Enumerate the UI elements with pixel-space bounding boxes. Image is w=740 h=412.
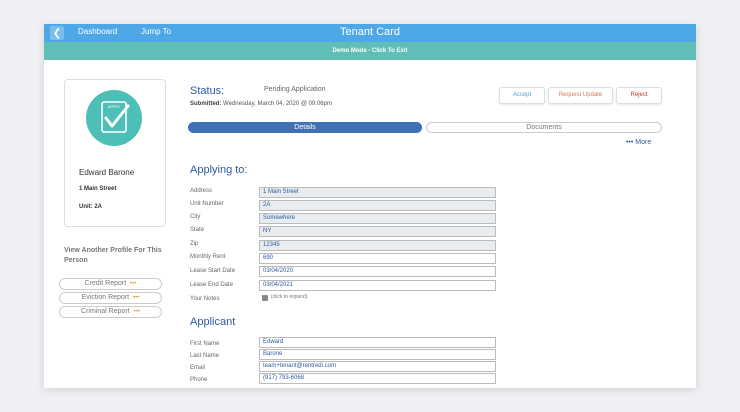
apply-badge-text: APPLY — [108, 104, 121, 109]
view-another-profile-heading: View Another Profile For This Person — [64, 247, 162, 264]
tab-documents[interactable]: Documents — [426, 122, 662, 133]
zip-field[interactable]: 12345 — [259, 240, 496, 251]
lease-start-date-label: Lease Start Date — [190, 268, 236, 274]
tab-details[interactable]: Details — [188, 122, 422, 133]
applying-to-heading: Applying to: — [190, 164, 248, 176]
submitted-date: Submitted: Wednesday, March 04, 2020 @ 0… — [190, 101, 332, 107]
profile-name: Edward Barone — [79, 168, 135, 177]
submitted-value: Wednesday, March 04, 2020 @ 09:06pm — [223, 101, 332, 107]
status-label: Status: — [190, 85, 225, 97]
criminal-report-label: Criminal Report — [81, 308, 130, 315]
status-value: Pending Application — [264, 86, 326, 93]
credit-report-label: Credit Report — [84, 280, 127, 287]
more-button[interactable]: ••• More — [626, 139, 651, 146]
address-label: Address — [190, 188, 213, 194]
notes-expand-hint[interactable]: (click to expand) — [271, 294, 307, 300]
zip-label: Zip — [190, 241, 199, 247]
your-notes-label: Your Notes — [190, 296, 220, 302]
reject-button[interactable]: Reject — [616, 87, 662, 104]
unit-number-field[interactable]: 2A — [259, 200, 496, 211]
lease-end-date-field[interactable]: 03/04/2021 — [259, 280, 496, 291]
last-name-field[interactable]: Barone — [259, 349, 496, 360]
tenant-card-window: ❮ Dashboard Jump To Tenant Card Demo Mod… — [44, 24, 696, 388]
applicant-heading: Applicant — [190, 316, 236, 328]
credit-report-button[interactable]: Credit Report ••• — [59, 278, 162, 290]
accept-button[interactable]: Accept — [499, 87, 545, 104]
monthly-rent-label: Monthly Rent — [190, 254, 226, 260]
top-navigation-bar: ❮ Dashboard Jump To Tenant Card — [44, 24, 696, 42]
city-label: City — [190, 214, 201, 220]
first-name-label: First Name — [190, 341, 220, 347]
email-label: Email — [190, 365, 206, 371]
eviction-report-button[interactable]: Eviction Report ••• — [59, 292, 162, 304]
profile-unit: Unit: 2A — [79, 204, 102, 210]
more-dots-icon: ••• — [130, 281, 137, 287]
monthly-rent-field[interactable]: 690 — [259, 253, 496, 264]
more-dots-icon: ••• — [133, 295, 140, 301]
apply-checkmark-icon: APPLY — [86, 90, 142, 146]
notes-expand-icon[interactable] — [262, 295, 268, 301]
first-name-field[interactable]: Edward — [259, 337, 496, 348]
profile-card: APPLY Edward Barone 1 Main Street Unit: … — [64, 79, 166, 227]
email-field[interactable]: team+tenant@rentredi.com — [259, 361, 496, 372]
profile-address: 1 Main Street — [79, 186, 117, 192]
request-update-button[interactable]: Request Update — [548, 87, 613, 104]
phone-field[interactable]: (917) 793-6068 — [259, 373, 496, 384]
address-field[interactable]: 1 Main Street — [259, 187, 496, 198]
more-dots-icon: ••• — [133, 309, 140, 315]
lease-start-date-field[interactable]: 03/04/2020 — [259, 266, 496, 277]
last-name-label: Last Name — [190, 353, 220, 359]
submitted-label: Submitted: — [190, 101, 222, 107]
demo-mode-banner[interactable]: Demo Mode - Click To Exit — [44, 42, 696, 60]
state-label: State — [190, 227, 205, 233]
unit-number-label: Unit Number — [190, 201, 224, 207]
page-title: Tenant Card — [340, 26, 400, 38]
phone-label: Phone — [190, 377, 208, 383]
criminal-report-button[interactable]: Criminal Report ••• — [59, 306, 162, 318]
eviction-report-label: Eviction Report — [81, 294, 130, 301]
tabs: Details Documents — [188, 122, 662, 133]
state-field[interactable]: NY — [259, 226, 496, 237]
city-field[interactable]: Somewhere — [259, 213, 496, 224]
lease-end-date-label: Lease End Date — [190, 282, 234, 288]
